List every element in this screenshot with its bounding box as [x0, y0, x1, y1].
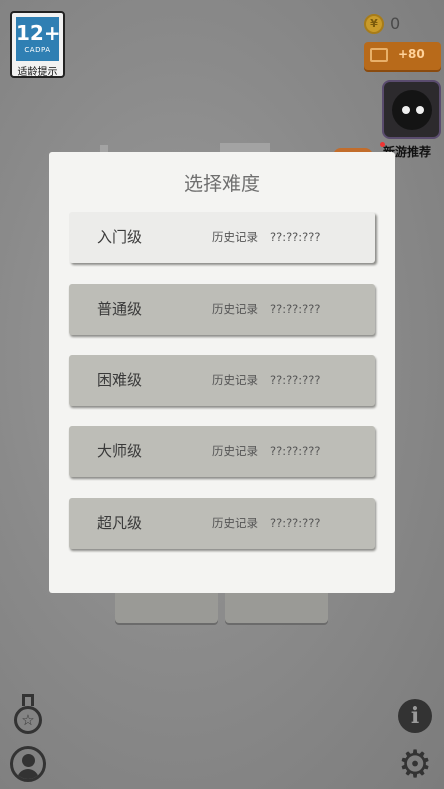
level-best-time: ??:??:???	[270, 516, 321, 530]
level-best-time: ??:??:???	[270, 230, 321, 244]
level-option-extraordinary[interactable]: 超凡级 历史记录 ??:??:???	[69, 498, 375, 549]
age-rating-badge[interactable]: 12+ CADPA 适龄提示	[10, 11, 65, 78]
user-icon-body	[17, 769, 39, 779]
character-eye	[402, 106, 410, 114]
user-icon-head	[22, 754, 35, 767]
new-game-thumbnail[interactable]	[382, 80, 441, 139]
level-history-label: 历史记录	[212, 516, 258, 530]
age-rating-tip: 适龄提示	[17, 67, 58, 78]
video-reward-label: +80	[398, 47, 425, 61]
level-name: 大师级	[97, 442, 143, 460]
age-rating-org: CADPA	[24, 46, 51, 54]
character-eye	[416, 106, 424, 114]
level-option-normal[interactable]: 普通级 历史记录 ??:??:???	[69, 284, 375, 335]
coin-icon: ¥	[364, 14, 384, 34]
dialog-title: 选择难度	[183, 173, 260, 195]
difficulty-dialog: 选择难度 入门级 历史记录 ??:??:??? 普通级 历史记录 ??:??:?…	[49, 152, 395, 593]
level-name: 困难级	[97, 371, 143, 389]
level-name: 普通级	[97, 300, 143, 318]
age-rating-emblem: 12+ CADPA	[16, 17, 61, 61]
info-icon[interactable]: i	[398, 699, 432, 733]
film-icon	[370, 48, 388, 62]
level-option-master[interactable]: 大师级 历史记录 ??:??:???	[69, 426, 375, 477]
medal-ribbon	[22, 694, 34, 706]
video-reward-button[interactable]: +80	[364, 42, 441, 70]
level-name: 入门级	[97, 228, 143, 246]
level-name: 超凡级	[97, 514, 143, 532]
user-icon[interactable]	[10, 746, 46, 782]
level-option-beginner[interactable]: 入门级 历史记录 ??:??:???	[69, 212, 375, 263]
level-history-label: 历史记录	[212, 373, 258, 387]
medal-icon[interactable]: ☆	[14, 694, 42, 738]
coin-count: 0	[390, 14, 401, 33]
level-history-label: 历史记录	[212, 230, 258, 244]
background-decoration	[220, 143, 270, 152]
level-history-label: 历史记录	[212, 302, 258, 316]
age-rating-number: 12+	[16, 21, 61, 45]
medal-star-icon: ☆	[14, 706, 42, 734]
level-history-label: 历史记录	[212, 444, 258, 458]
level-option-hard[interactable]: 困难级 历史记录 ??:??:???	[69, 355, 375, 406]
level-best-time: ??:??:???	[270, 302, 321, 316]
level-best-time: ??:??:???	[270, 444, 321, 458]
level-best-time: ??:??:???	[270, 373, 321, 387]
gear-icon[interactable]: ⚙	[395, 744, 435, 784]
character-icon	[392, 90, 432, 130]
